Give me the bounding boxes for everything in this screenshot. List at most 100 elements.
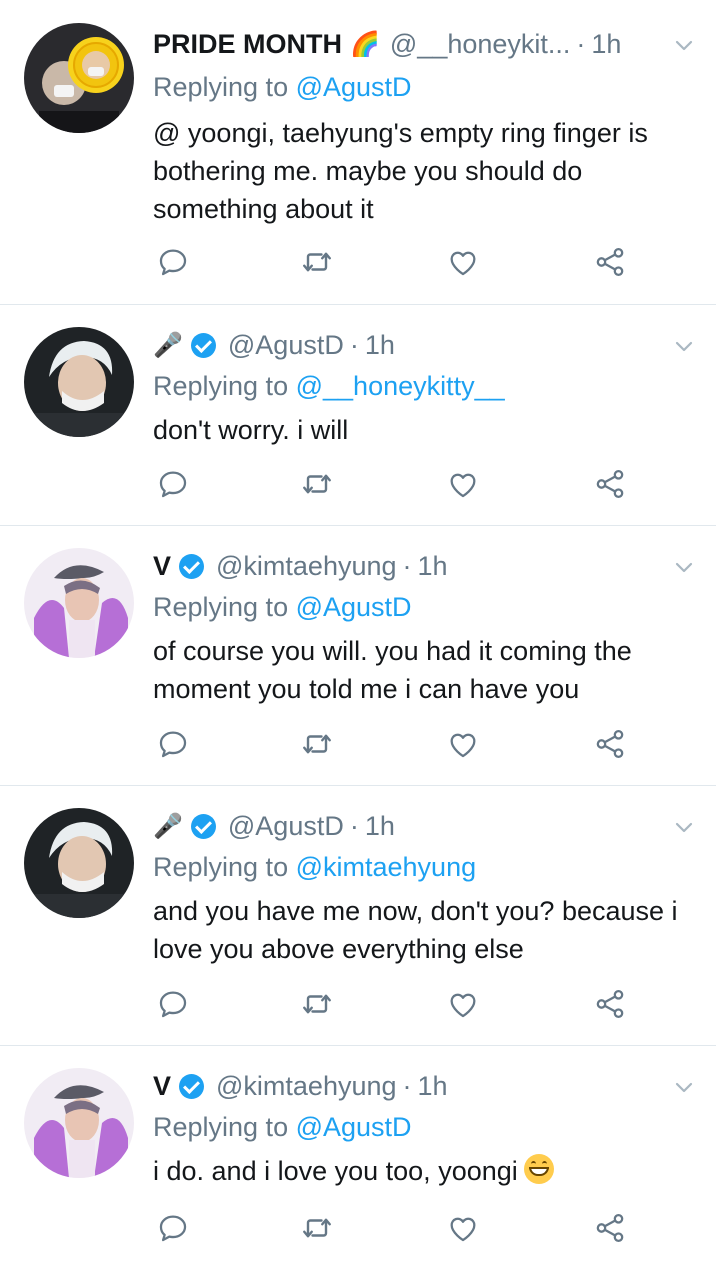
verified-badge-icon [179,1073,205,1099]
handle[interactable]: @kimtaehyung [216,551,397,582]
avatar[interactable] [24,23,134,133]
mic-emoji[interactable]: 🎤 [153,331,183,360]
replying-to: Replying to @AgustD [153,592,412,623]
separator-dot: · [349,810,359,841]
separator-dot: · [349,329,359,360]
like-button[interactable] [443,242,483,282]
mic-emoji[interactable]: 🎤 [153,812,183,841]
share-icon [596,729,624,759]
verified-badge-icon [179,553,205,579]
retweet-button[interactable] [297,984,337,1024]
chevron-down-icon[interactable] [674,818,694,838]
retweet-button[interactable] [297,724,337,764]
retweet-button[interactable] [297,242,337,282]
timestamp[interactable]: 1h [591,29,621,60]
timestamp[interactable]: 1h [418,1071,448,1102]
share-button[interactable] [590,1208,630,1248]
reply-icon [159,991,187,1018]
separator-dot: · [402,550,412,581]
replying-prefix: Replying to [153,72,289,102]
share-button[interactable] [590,464,630,504]
action-bar [153,464,633,504]
reply-icon [159,731,187,758]
tweet-text: and you have me now, don't you? because … [153,896,678,964]
timestamp[interactable]: 1h [365,330,395,361]
separator-dot: · [402,1070,412,1101]
display-name[interactable]: V [153,551,171,582]
verified-badge-icon [190,813,216,839]
tweet[interactable]: V @kimtaehyung · 1h Replying to @AgustD … [0,526,716,786]
timestamp[interactable]: 1h [418,551,448,582]
display-name[interactable]: PRIDE MONTH [153,29,342,60]
tweet[interactable]: 🎤 @AgustD · 1h Replying to @__honeykitty… [0,305,716,526]
share-icon [596,989,624,1019]
like-button[interactable] [443,984,483,1024]
tweet[interactable]: PRIDE MONTH 🌈 @__honeykit... · 1h Replyi… [0,0,716,305]
handle[interactable]: @AgustD [228,811,344,842]
display-name[interactable]: V [153,1071,171,1102]
avatar[interactable] [24,1068,134,1178]
reply-button[interactable] [153,242,193,282]
tweet-text: of course you will. you had it coming th… [153,636,632,704]
chevron-down-icon[interactable] [674,1078,694,1098]
replying-prefix: Replying to [153,592,289,622]
reply-button[interactable] [153,464,193,504]
replying-prefix: Replying to [153,852,289,882]
replying-prefix: Replying to [153,1112,289,1142]
chevron-down-icon[interactable] [674,558,694,578]
like-button[interactable] [443,1208,483,1248]
retweet-icon [303,994,331,1014]
replying-to-mention[interactable]: @AgustD [296,72,412,102]
tweet[interactable]: V @kimtaehyung · 1h Replying to @AgustD … [0,1046,716,1272]
handle[interactable]: @__honeykit... [390,29,571,60]
replying-to: Replying to @kimtaehyung [153,852,476,883]
share-icon [596,1213,624,1243]
retweet-icon [303,1218,331,1238]
replying-to: Replying to @AgustD [153,1112,412,1143]
chevron-down-icon[interactable] [674,337,694,357]
retweet-icon [303,474,331,494]
action-bar [153,242,633,282]
tweet-text: don't worry. i will [153,415,349,445]
heart-icon [450,251,476,276]
action-bar [153,984,633,1024]
like-button[interactable] [443,464,483,504]
reply-button[interactable] [153,1208,193,1248]
avatar[interactable] [24,548,134,658]
retweet-icon [303,734,331,754]
replying-to-mention[interactable]: @__honeykitty__ [296,371,505,401]
retweet-icon [303,252,331,272]
heart-icon [450,1217,476,1242]
action-bar [153,724,633,764]
share-icon [596,247,624,277]
replying-to-mention[interactable]: @kimtaehyung [296,852,477,882]
replying-to: Replying to @__honeykitty__ [153,371,505,402]
avatar[interactable] [24,808,134,918]
like-button[interactable] [443,724,483,764]
retweet-button[interactable] [297,1208,337,1248]
handle[interactable]: @kimtaehyung [216,1071,397,1102]
share-icon [596,469,624,499]
tweet-text: @ yoongi, taehyung's empty ring finger i… [153,118,648,224]
tweet[interactable]: 🎤 @AgustD · 1h Replying to @kimtaehyung … [0,786,716,1046]
rainbow-emoji: 🌈 [350,30,380,58]
grinning-face-icon [523,1154,554,1184]
share-button[interactable] [590,724,630,764]
avatar[interactable] [24,327,134,437]
share-button[interactable] [590,242,630,282]
verified-badge-icon [190,332,216,358]
reply-icon [159,471,187,498]
reply-button[interactable] [153,724,193,764]
replying-prefix: Replying to [153,371,289,401]
replying-to-mention[interactable]: @AgustD [296,1112,412,1142]
heart-icon [450,733,476,758]
separator-dot: · [576,28,586,59]
reply-button[interactable] [153,984,193,1024]
share-button[interactable] [590,984,630,1024]
replying-to-mention[interactable]: @AgustD [296,592,412,622]
handle[interactable]: @AgustD [228,330,344,361]
timestamp[interactable]: 1h [365,811,395,842]
retweet-button[interactable] [297,464,337,504]
replying-to: Replying to @AgustD [153,72,412,103]
chevron-down-icon[interactable] [674,36,694,56]
